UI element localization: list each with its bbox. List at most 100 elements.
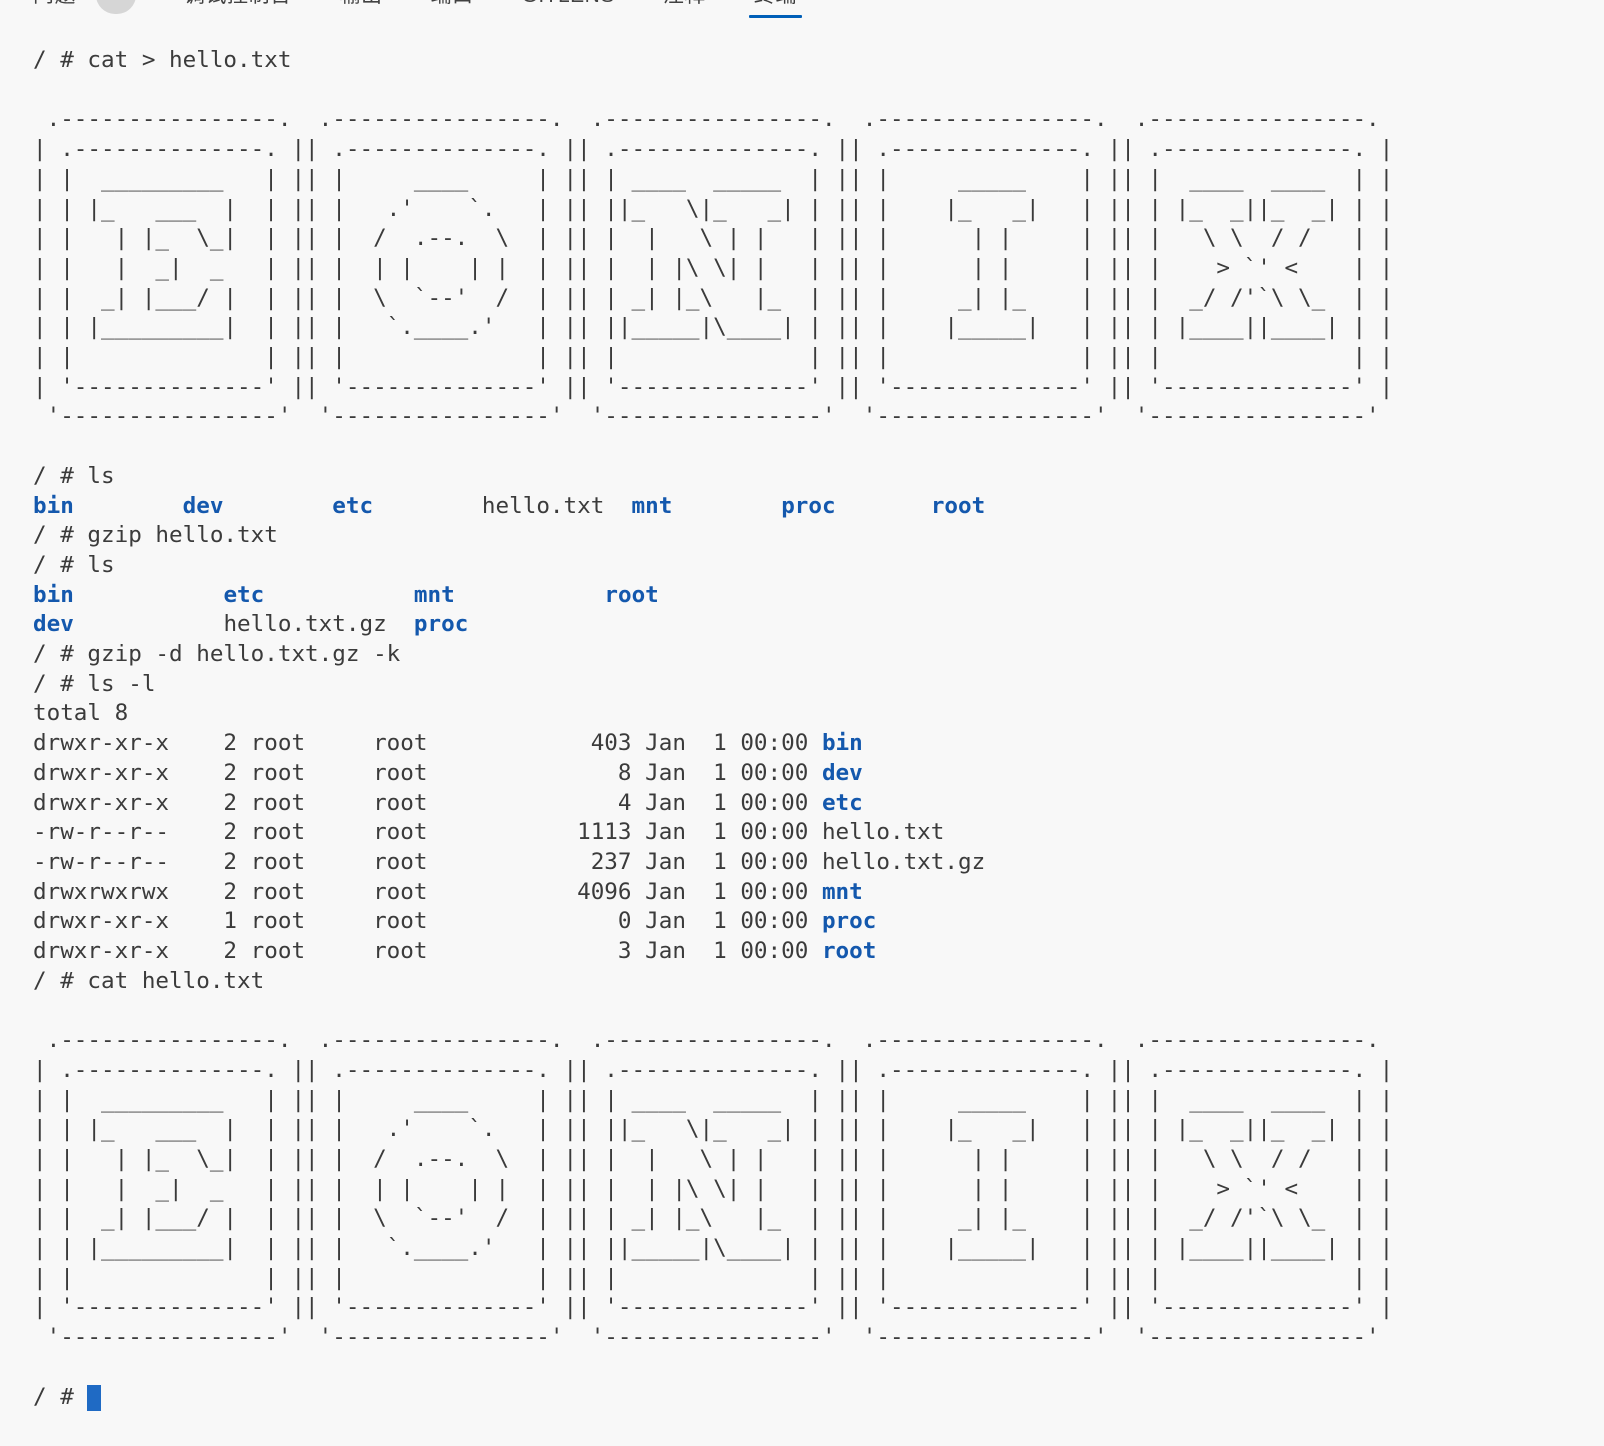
terminal-text [74,582,224,608]
terminal-line: / # ls [33,462,1604,492]
terminal-text: | | _| |___/ | | || | \ `--' / | || | _|… [33,1205,1393,1231]
terminal-line [33,76,1604,106]
tab-terminal[interactable]: 终端 [749,0,802,18]
terminal-line: | '--------------' || '--------------' |… [33,1293,1604,1323]
terminal-line: | '--------------' || '--------------' |… [33,373,1604,403]
directory-name-text: proc [781,493,835,519]
terminal-text: | | |_________| | || | `.____.' | || ||_… [33,1235,1393,1261]
terminal-line: drwxr-xr-x 2 root root 403 Jan 1 00:00 b… [33,729,1604,759]
terminal-line: | | | |_ \_| | || | / .--. \ | || | | \ … [33,1145,1604,1175]
terminal-text: | | _________ | || | ____ | || | ____ __… [33,1087,1393,1113]
tab-terminal-label: 终端 [754,0,797,6]
directory-name-text: dev [183,493,224,519]
problems-count-badge: 51 [96,0,136,14]
terminal-text: / # ls [33,552,115,578]
terminal-line: drwxr-xr-x 1 root root 0 Jan 1 00:00 pro… [33,907,1604,937]
terminal-text: | | | _| _ | || | | | | | | || | | |\ \|… [33,1176,1393,1202]
terminal-line: drwxrwxrwx 2 root root 4096 Jan 1 00:00 … [33,878,1604,908]
terminal-text: | | _| |___/ | | || | \ `--' / | || | _|… [33,285,1393,311]
terminal-line: '----------------' '----------------' '-… [33,1323,1604,1353]
terminal-line: total 8 [33,699,1604,729]
terminal-line: / # ls [33,551,1604,581]
terminal-text: | .--------------. || .--------------. |… [33,1057,1393,1083]
terminal-line: | .--------------. || .--------------. |… [33,135,1604,165]
terminal-text: | | | |_ \_| | || | / .--. \ | || | | \ … [33,1146,1393,1172]
terminal-text: | | _________ | || | ____ | || | ____ __… [33,166,1393,192]
terminal-line: -rw-r--r-- 2 root root 1113 Jan 1 00:00 … [33,818,1604,848]
terminal-text: drwxr-xr-x 2 root root 8 Jan 1 00:00 [33,760,822,786]
tab-ports-label: 端口 [431,0,474,6]
terminal-line [33,996,1604,1026]
terminal-line: .----------------. .----------------. .-… [33,105,1604,135]
terminal-text: | | |_________| | || | `.____.' | || ||_… [33,314,1393,340]
tab-output-label: 输出 [340,0,383,6]
terminal-text: '----------------' '----------------' '-… [33,1324,1393,1350]
terminal-text: / # gzip hello.txt [33,522,278,548]
terminal-text: | | |_ ___ | | || | .' `. | || ||_ \|_ _… [33,1116,1393,1142]
terminal-text: -rw-r--r-- 2 root root 237 Jan 1 00:00 h… [33,849,985,875]
terminal-text [836,493,931,519]
directory-name-text: etc [822,790,863,816]
terminal-text: | | | _| _ | || | | | | | | || | | |\ \|… [33,255,1393,281]
active-tab-indicator [749,15,802,18]
terminal-line: drwxr-xr-x 2 root root 8 Jan 1 00:00 dev [33,759,1604,789]
terminal-line [33,432,1604,462]
terminal-line: | | _| |___/ | | || | \ `--' / | || | _|… [33,284,1604,314]
terminal-line: / # cat hello.txt [33,967,1604,997]
terminal-line: / # gzip hello.txt [33,521,1604,551]
tab-gitlens-label: GITLENS [522,0,615,6]
terminal-line: | .--------------. || .--------------. |… [33,1056,1604,1086]
terminal-line: | | | || | | || | | || | | || | | | [33,343,1604,373]
terminal-line: | | _________ | || | ____ | || | ____ __… [33,165,1604,195]
directory-name-text: mnt [414,582,455,608]
directory-name-text: etc [223,582,264,608]
terminal-text [455,582,605,608]
terminal-line: | | _________ | || | ____ | || | ____ __… [33,1086,1604,1116]
terminal-line: | | | || | | || | | || | | || | | | [33,1264,1604,1294]
terminal-text: / # [33,1384,87,1410]
terminal-text: / # ls [33,463,115,489]
directory-name-text: proc [414,611,468,637]
terminal-text: | '--------------' || '--------------' |… [33,374,1393,400]
terminal-text: .----------------. .----------------. .-… [33,1027,1393,1053]
terminal-text: drwxrwxrwx 2 root root 4096 Jan 1 00:00 [33,879,822,905]
terminal-line: drwxr-xr-x 2 root root 4 Jan 1 00:00 etc [33,789,1604,819]
terminal-line: | | | |_ \_| | || | / .--. \ | || | | \ … [33,224,1604,254]
tab-comments[interactable]: 注释 [658,0,711,18]
tab-ports[interactable]: 端口 [426,0,479,18]
tab-gitlens[interactable]: GITLENS [517,0,620,18]
terminal-line [33,1353,1604,1383]
terminal-text: / # cat hello.txt [33,968,264,994]
terminal-line: | | _| |___/ | | || | \ `--' / | || | _|… [33,1204,1604,1234]
directory-name-text: mnt [822,879,863,905]
directory-name-text: dev [33,611,74,637]
terminal-text: drwxr-xr-x 2 root root 3 Jan 1 00:00 [33,938,822,964]
terminal-text: -rw-r--r-- 2 root root 1113 Jan 1 00:00 … [33,819,944,845]
tab-debug-console-label: 调试控制台 [184,0,292,6]
directory-name-text: mnt [632,493,673,519]
directory-name-text: root [604,582,658,608]
terminal-text: .----------------. .----------------. .-… [33,106,1393,132]
terminal-text: | .--------------. || .--------------. |… [33,136,1393,162]
terminal-text: | | | || | | || | | || | | || | | | [33,344,1393,370]
terminal-line: / # gzip -d hello.txt.gz -k [33,640,1604,670]
terminal-text: drwxr-xr-x 1 root root 0 Jan 1 00:00 [33,908,822,934]
terminal-output[interactable]: / # cat > hello.txt .----------------. .… [0,18,1604,1412]
terminal-line: | | | _| _ | || | | | | | | || | | |\ \|… [33,254,1604,284]
directory-name-text: proc [822,908,876,934]
directory-name-text: bin [33,582,74,608]
tab-problems-label: 问题 [33,0,76,6]
terminal-line: / # ls -l [33,670,1604,700]
terminal-text [264,582,414,608]
terminal-text [74,493,183,519]
tab-problems[interactable]: 问题 51 [28,0,141,18]
directory-name-text: root [931,493,985,519]
tab-debug-console[interactable]: 调试控制台 [179,0,297,18]
panel-tab-bar: 问题 51 调试控制台 输出 端口 GITLENS 注释 终端 [0,0,1604,18]
tab-output[interactable]: 输出 [335,0,388,18]
terminal-line: drwxr-xr-x 2 root root 3 Jan 1 00:00 roo… [33,937,1604,967]
terminal-line: | | |_________| | || | `.____.' | || ||_… [33,313,1604,343]
terminal-text: | | | || | | || | | || | | || | | | [33,1265,1393,1291]
terminal-text [672,493,781,519]
terminal-text: total 8 [33,700,128,726]
